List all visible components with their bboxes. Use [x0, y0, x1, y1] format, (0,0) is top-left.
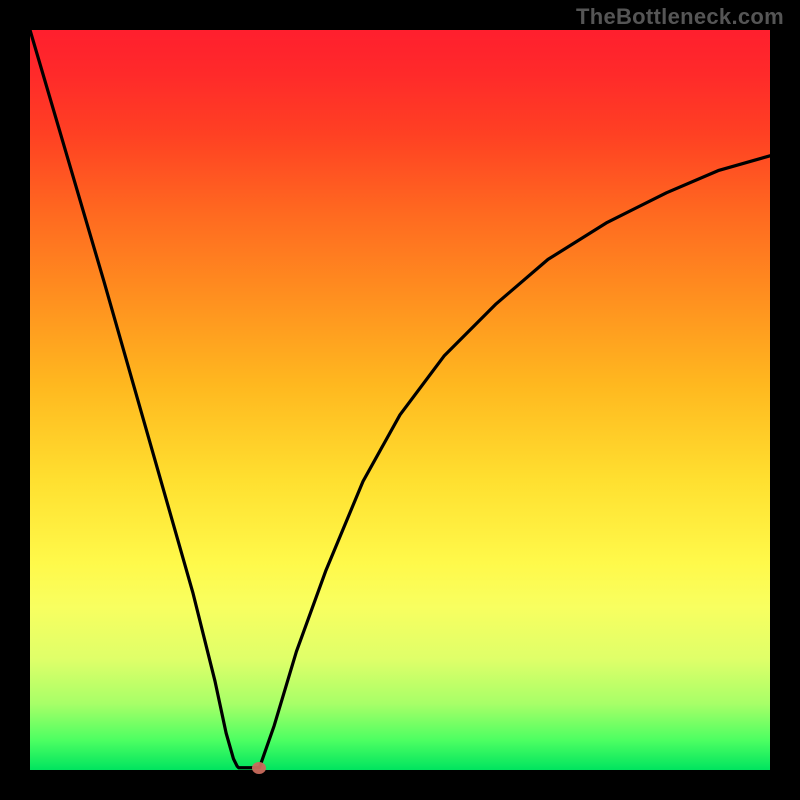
- chart-frame: TheBottleneck.com: [0, 0, 800, 800]
- plot-area: [30, 30, 770, 770]
- watermark-text: TheBottleneck.com: [576, 4, 784, 30]
- minimum-marker: [252, 762, 266, 774]
- bottleneck-curve: [30, 30, 770, 768]
- curve-svg: [30, 30, 770, 770]
